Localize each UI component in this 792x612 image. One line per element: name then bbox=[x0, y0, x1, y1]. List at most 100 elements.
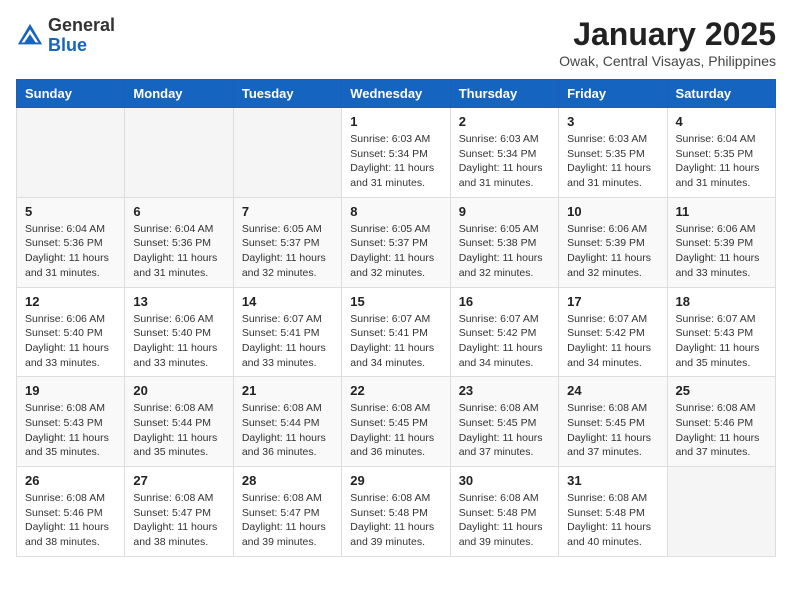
day-info: Sunrise: 6:06 AMSunset: 5:40 PMDaylight:… bbox=[25, 312, 116, 371]
page-header: General Blue January 2025 Owak, Central … bbox=[16, 16, 776, 69]
table-row: 25Sunrise: 6:08 AMSunset: 5:46 PMDayligh… bbox=[667, 377, 775, 467]
page-title: January 2025 bbox=[559, 16, 776, 53]
table-row: 6 Sunrise: 6:04 AMSunset: 5:36 PMDaylight… bbox=[125, 197, 233, 287]
table-row: 4 Sunrise: 6:04 AMSunset: 5:35 PMDaylight… bbox=[667, 108, 775, 198]
day-info: Sunrise: 6:06 AMSunset: 5:40 PMDaylight:… bbox=[133, 312, 224, 371]
table-row: 21 Sunrise: 6:08 AMSunset: 5:44 PMDayligh… bbox=[233, 377, 341, 467]
day-number: 19 bbox=[25, 383, 116, 398]
day-info: Sunrise: 6:05 AMSunset: 5:37 PMDaylight:… bbox=[242, 222, 333, 281]
day-number: 15 bbox=[350, 294, 441, 309]
table-row bbox=[17, 108, 125, 198]
day-info: Sunrise: 6:03 AMSunset: 5:34 PMDaylight:… bbox=[350, 132, 441, 191]
table-row: 12 Sunrise: 6:06 AMSunset: 5:40 PMDayligh… bbox=[17, 287, 125, 377]
calendar-week-row: 26 Sunrise: 6:08 AMSunset: 5:46 PMDayligh… bbox=[17, 467, 776, 557]
table-row: 3 Sunrise: 6:03 AMSunset: 5:35 PMDaylight… bbox=[559, 108, 667, 198]
day-number: 23 bbox=[459, 383, 550, 398]
header-friday: Friday bbox=[559, 80, 667, 108]
day-info: Sunrise: 6:04 AMSunset: 5:36 PMDaylight:… bbox=[133, 222, 224, 281]
table-row: 15 Sunrise: 6:07 AMSunset: 5:41 PMDayligh… bbox=[342, 287, 450, 377]
day-info: Sunrise: 6:08 AMSunset: 5:47 PMDaylight:… bbox=[242, 491, 333, 550]
day-info: Sunrise: 6:07 AMSunset: 5:41 PMDaylight:… bbox=[350, 312, 441, 371]
table-row: 13 Sunrise: 6:06 AMSunset: 5:40 PMDayligh… bbox=[125, 287, 233, 377]
day-number: 13 bbox=[133, 294, 224, 309]
table-row: 19 Sunrise: 6:08 AMSunset: 5:43 PMDayligh… bbox=[17, 377, 125, 467]
table-row bbox=[233, 108, 341, 198]
day-info: Sunrise: 6:05 AMSunset: 5:37 PMDaylight:… bbox=[350, 222, 441, 281]
day-number: 30 bbox=[459, 473, 550, 488]
day-number: 24 bbox=[567, 383, 658, 398]
logo: General Blue bbox=[16, 16, 115, 56]
day-number: 4 bbox=[676, 114, 767, 129]
table-row bbox=[125, 108, 233, 198]
calendar-week-row: 1 Sunrise: 6:03 AMSunset: 5:34 PMDaylight… bbox=[17, 108, 776, 198]
day-info: Sunrise: 6:08 AMSunset: 5:48 PMDaylight:… bbox=[350, 491, 441, 550]
day-number: 20 bbox=[133, 383, 224, 398]
calendar-week-row: 12 Sunrise: 6:06 AMSunset: 5:40 PMDayligh… bbox=[17, 287, 776, 377]
page-subtitle: Owak, Central Visayas, Philippines bbox=[559, 53, 776, 69]
table-row: 29Sunrise: 6:08 AMSunset: 5:48 PMDayligh… bbox=[342, 467, 450, 557]
header-saturday: Saturday bbox=[667, 80, 775, 108]
day-info: Sunrise: 6:07 AMSunset: 5:42 PMDaylight:… bbox=[459, 312, 550, 371]
table-row: 16 Sunrise: 6:07 AMSunset: 5:42 PMDayligh… bbox=[450, 287, 558, 377]
table-row: 5 Sunrise: 6:04 AMSunset: 5:36 PMDaylight… bbox=[17, 197, 125, 287]
day-info: Sunrise: 6:08 AMSunset: 5:43 PMDaylight:… bbox=[25, 401, 116, 460]
header-wednesday: Wednesday bbox=[342, 80, 450, 108]
calendar-week-row: 5 Sunrise: 6:04 AMSunset: 5:36 PMDaylight… bbox=[17, 197, 776, 287]
day-info: Sunrise: 6:07 AMSunset: 5:42 PMDaylight:… bbox=[567, 312, 658, 371]
day-info: Sunrise: 6:08 AMSunset: 5:45 PMDaylight:… bbox=[459, 401, 550, 460]
table-row: 23 Sunrise: 6:08 AMSunset: 5:45 PMDayligh… bbox=[450, 377, 558, 467]
day-number: 28 bbox=[242, 473, 333, 488]
day-number: 1 bbox=[350, 114, 441, 129]
table-row: 8 Sunrise: 6:05 AMSunset: 5:37 PMDaylight… bbox=[342, 197, 450, 287]
day-number: 3 bbox=[567, 114, 658, 129]
day-info: Sunrise: 6:07 AMSunset: 5:41 PMDaylight:… bbox=[242, 312, 333, 371]
day-number: 17 bbox=[567, 294, 658, 309]
day-info: Sunrise: 6:06 AMSunset: 5:39 PMDaylight:… bbox=[567, 222, 658, 281]
day-number: 5 bbox=[25, 204, 116, 219]
day-number: 26 bbox=[25, 473, 116, 488]
day-info: Sunrise: 6:08 AMSunset: 5:47 PMDaylight:… bbox=[133, 491, 224, 550]
day-number: 12 bbox=[25, 294, 116, 309]
table-row: 26 Sunrise: 6:08 AMSunset: 5:46 PMDayligh… bbox=[17, 467, 125, 557]
table-row: 24 Sunrise: 6:08 AMSunset: 5:45 PMDayligh… bbox=[559, 377, 667, 467]
table-row: 28 Sunrise: 6:08 AMSunset: 5:47 PMDayligh… bbox=[233, 467, 341, 557]
day-info: Sunrise: 6:08 AMSunset: 5:48 PMDaylight:… bbox=[567, 491, 658, 550]
header-monday: Monday bbox=[125, 80, 233, 108]
title-block: January 2025 Owak, Central Visayas, Phil… bbox=[559, 16, 776, 69]
table-row: 17 Sunrise: 6:07 AMSunset: 5:42 PMDayligh… bbox=[559, 287, 667, 377]
day-number: 6 bbox=[133, 204, 224, 219]
day-info: Sunrise: 6:04 AMSunset: 5:35 PMDaylight:… bbox=[676, 132, 767, 191]
day-number: 31 bbox=[567, 473, 658, 488]
day-info: Sunrise: 6:08 AMSunset: 5:44 PMDaylight:… bbox=[242, 401, 333, 460]
table-row: 20 Sunrise: 6:08 AMSunset: 5:44 PMDayligh… bbox=[125, 377, 233, 467]
day-info: Sunrise: 6:08 AMSunset: 5:45 PMDaylight:… bbox=[350, 401, 441, 460]
day-number: 25 bbox=[676, 383, 767, 398]
day-info: Sunrise: 6:08 AMSunset: 5:46 PMDaylight:… bbox=[25, 491, 116, 550]
day-number: 21 bbox=[242, 383, 333, 398]
day-number: 27 bbox=[133, 473, 224, 488]
table-row: 31 Sunrise: 6:08 AMSunset: 5:48 PMDayligh… bbox=[559, 467, 667, 557]
day-number: 14 bbox=[242, 294, 333, 309]
day-info: Sunrise: 6:08 AMSunset: 5:44 PMDaylight:… bbox=[133, 401, 224, 460]
table-row bbox=[667, 467, 775, 557]
day-info: Sunrise: 6:04 AMSunset: 5:36 PMDaylight:… bbox=[25, 222, 116, 281]
day-info: Sunrise: 6:08 AMSunset: 5:45 PMDaylight:… bbox=[567, 401, 658, 460]
table-row: 9Sunrise: 6:05 AMSunset: 5:38 PMDaylight… bbox=[450, 197, 558, 287]
day-info: Sunrise: 6:05 AMSunset: 5:38 PMDaylight:… bbox=[459, 222, 550, 281]
header-sunday: Sunday bbox=[17, 80, 125, 108]
day-info: Sunrise: 6:03 AMSunset: 5:35 PMDaylight:… bbox=[567, 132, 658, 191]
day-number: 18 bbox=[676, 294, 767, 309]
table-row: 1 Sunrise: 6:03 AMSunset: 5:34 PMDaylight… bbox=[342, 108, 450, 198]
header-thursday: Thursday bbox=[450, 80, 558, 108]
table-row: 18Sunrise: 6:07 AMSunset: 5:43 PMDayligh… bbox=[667, 287, 775, 377]
day-number: 7 bbox=[242, 204, 333, 219]
logo-general-text: General bbox=[48, 16, 115, 36]
day-number: 2 bbox=[459, 114, 550, 129]
table-row: 14 Sunrise: 6:07 AMSunset: 5:41 PMDayligh… bbox=[233, 287, 341, 377]
table-row: 10Sunrise: 6:06 AMSunset: 5:39 PMDayligh… bbox=[559, 197, 667, 287]
day-info: Sunrise: 6:06 AMSunset: 5:39 PMDaylight:… bbox=[676, 222, 767, 281]
table-row: 2Sunrise: 6:03 AMSunset: 5:34 PMDaylight… bbox=[450, 108, 558, 198]
day-number: 8 bbox=[350, 204, 441, 219]
table-row: 11Sunrise: 6:06 AMSunset: 5:39 PMDayligh… bbox=[667, 197, 775, 287]
day-number: 16 bbox=[459, 294, 550, 309]
